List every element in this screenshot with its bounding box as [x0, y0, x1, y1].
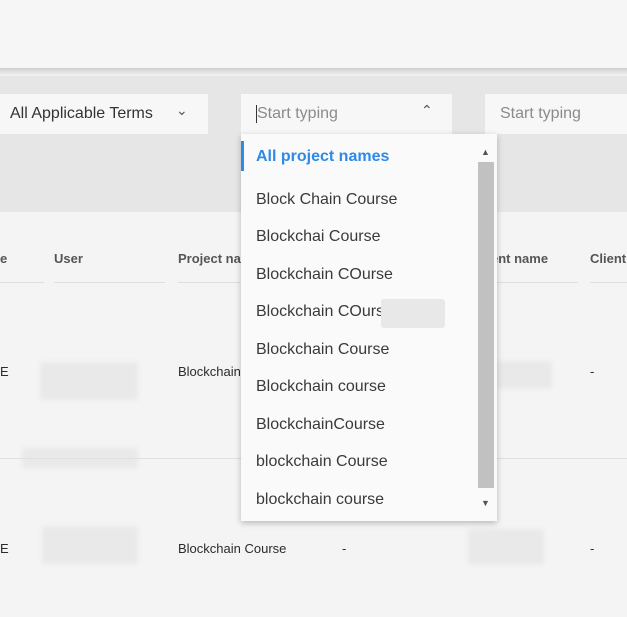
dropdown-option[interactable]: blockchain course [256, 491, 384, 509]
scrollbar-thumb[interactable] [478, 162, 494, 488]
header-underline [491, 282, 578, 283]
dropdown-option[interactable]: Blockchain Course [256, 341, 389, 359]
header-underline [54, 282, 165, 283]
client-cell: - [590, 541, 595, 556]
dropdown-option[interactable]: Blockchain COurse [256, 266, 393, 284]
redacted-client-name [468, 529, 544, 565]
dropdown-option-label: All project names [256, 148, 390, 165]
project-name-cell: Blockchain Course [178, 541, 287, 556]
scroll-down-arrow-icon[interactable]: ▼ [481, 498, 490, 508]
project-name-input[interactable]: Start typing ⌃ [241, 94, 452, 134]
terms-select-value: All Applicable Terms [10, 105, 153, 122]
dropdown-option-all[interactable]: All project names [241, 141, 481, 171]
dropdown-option[interactable]: Blockchain COurse [256, 303, 393, 321]
redacted-user [42, 526, 138, 564]
project-name-dropdown: All project names Block Chain Course Blo… [241, 134, 497, 521]
column-header-client-name[interactable]: ent name [491, 251, 548, 266]
scroll-up-arrow-icon[interactable]: ▲ [481, 147, 490, 157]
column-header-client[interactable]: Client [590, 251, 626, 266]
row-cell: - [342, 541, 347, 556]
column-header-user[interactable]: User [54, 251, 83, 266]
row-cell: E [0, 364, 9, 379]
dropdown-option[interactable]: blockchain Course [256, 453, 388, 471]
top-shadow [0, 68, 627, 76]
redacted-text [381, 299, 445, 328]
header-underline [178, 282, 240, 283]
client-name-input[interactable]: Start typing [485, 94, 627, 134]
client-name-placeholder: Start typing [500, 105, 581, 122]
top-bar [0, 0, 627, 69]
column-header-partial[interactable]: e [0, 251, 7, 266]
header-underline [590, 282, 627, 283]
column-header-project-name[interactable]: Project na [178, 251, 241, 266]
redacted-user [40, 362, 138, 400]
dropdown-option[interactable]: BlockchainCourse [256, 416, 385, 434]
dropdown-option[interactable]: Blockchain course [256, 378, 386, 396]
selected-indicator [241, 141, 244, 171]
project-name-placeholder: Start typing [257, 105, 338, 122]
chevron-up-icon[interactable]: ⌃ [421, 102, 433, 119]
dropdown-option[interactable]: Block Chain Course [256, 191, 397, 209]
terms-select[interactable]: All Applicable Terms ⌄ [0, 94, 208, 134]
project-name-cell: Blockchain [178, 364, 241, 379]
row-cell: E [0, 541, 9, 556]
dropdown-option[interactable]: Blockchai Course [256, 228, 381, 246]
header-underline [0, 282, 44, 283]
redacted-client-name [497, 361, 552, 389]
chevron-down-icon: ⌄ [176, 102, 188, 118]
client-cell: - [590, 364, 595, 379]
